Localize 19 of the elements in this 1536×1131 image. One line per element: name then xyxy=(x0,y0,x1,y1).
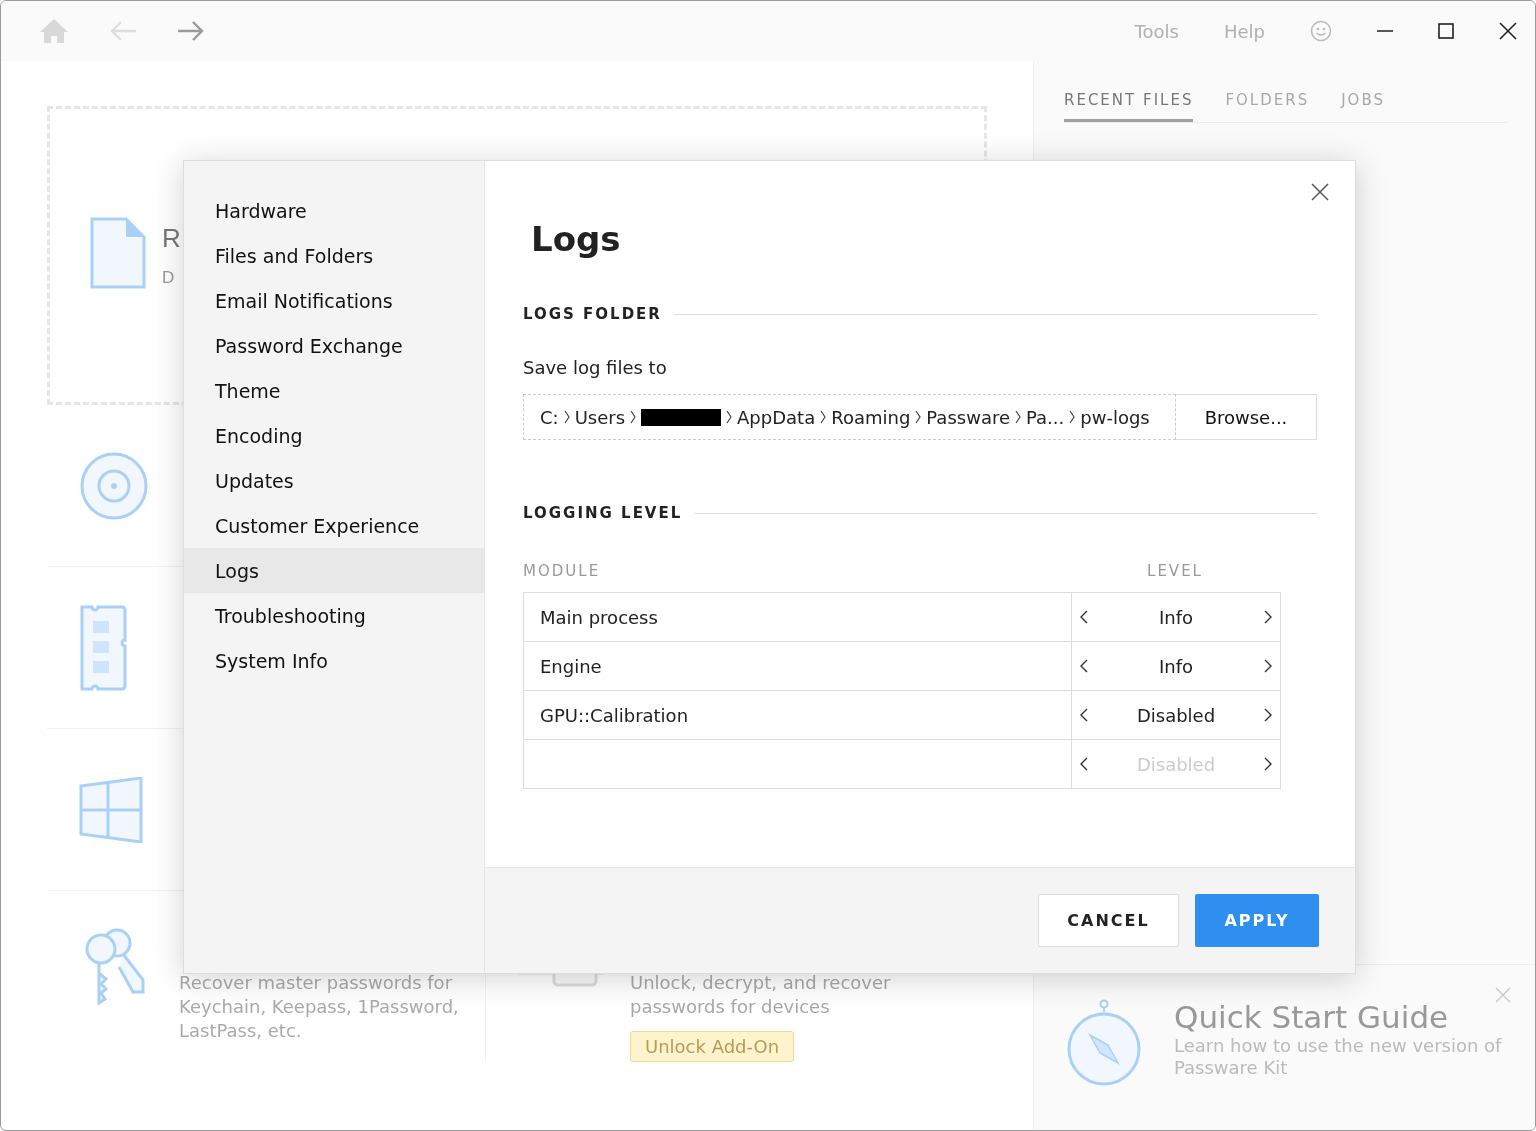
module-name: Main process xyxy=(540,606,658,628)
column-header: LEVEL xyxy=(1147,562,1203,580)
section-heading: LOGGING LEVEL xyxy=(523,504,683,522)
module-name: Engine xyxy=(540,655,602,677)
card-description: Unlock, decrypt, and recover xyxy=(630,971,891,995)
section-heading: LOGS FOLDER xyxy=(523,305,662,323)
card-description: D xyxy=(162,268,176,288)
module-name: GPU::Calibration xyxy=(540,704,689,726)
dialog-title: Logs xyxy=(531,219,622,259)
card-description: passwords for devices xyxy=(630,995,831,1019)
card-description: Recover master passwords for xyxy=(179,971,454,995)
column-header: MODULE xyxy=(523,562,601,580)
quick-start-description: Passware Kit xyxy=(1174,1057,1289,1079)
card-title: R xyxy=(162,223,181,254)
field-label: Save log files to xyxy=(523,357,668,378)
card-description: LastPass, etc. xyxy=(179,1019,303,1043)
card-description: Keychain, Keepass, 1Password, xyxy=(179,995,459,1019)
quick-start-title: Quick Start Guide xyxy=(1174,999,1450,1035)
quick-start-description: Learn how to use the new version of xyxy=(1174,1035,1502,1057)
